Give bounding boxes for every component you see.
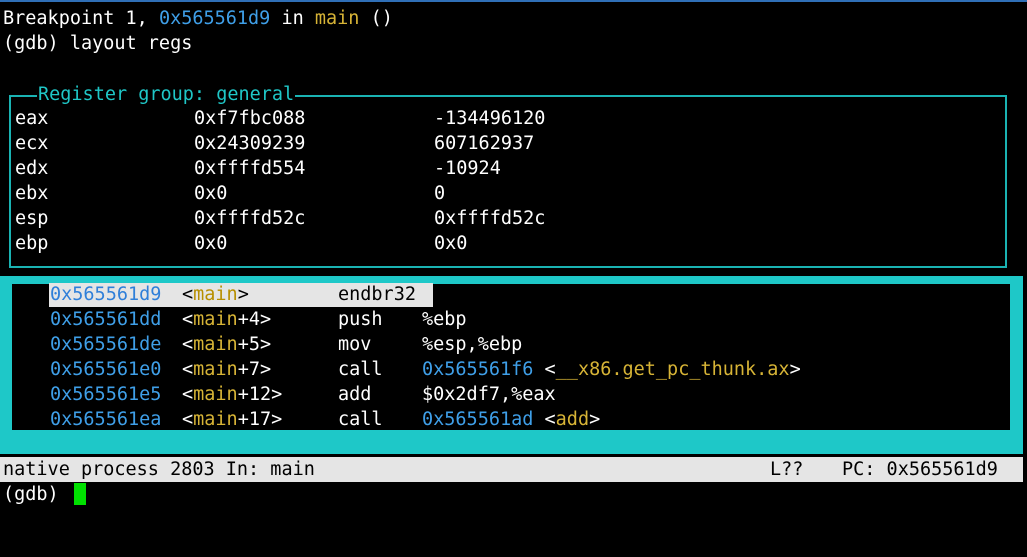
asm-function: main xyxy=(193,334,238,355)
register-name: eax xyxy=(15,108,49,129)
asm-offset: +5> xyxy=(237,334,272,355)
breakpoint-args: () xyxy=(359,8,393,29)
asm-offset: +12> xyxy=(237,384,283,405)
asm-opcode: mov xyxy=(338,334,372,355)
breakpoint-line: Breakpoint 1, 0x565561d9 in main () xyxy=(3,6,393,31)
register-value: 607162937 xyxy=(434,133,535,154)
asm-address: 0x565561de xyxy=(50,334,162,355)
asm-address: 0x565561e5 xyxy=(50,384,162,405)
asm-function: main xyxy=(193,284,238,305)
gdb-prompt[interactable]: (gdb) xyxy=(3,482,70,507)
register-value: -10924 xyxy=(434,158,501,179)
asm-location-lt: < xyxy=(182,359,194,380)
call-target-symbol: add xyxy=(555,409,590,430)
asm-row[interactable]: 0x565561ea <main+17> call 0x565561ad <ad… xyxy=(15,407,1005,432)
register-name: ecx xyxy=(15,133,49,154)
asm-operands: %ebp xyxy=(422,309,467,330)
call-target-gt: > xyxy=(589,409,601,430)
asm-address: 0x565561ea xyxy=(50,409,162,430)
register-value: 0x0 xyxy=(434,233,468,254)
asm-address: 0x565561dd xyxy=(50,309,162,330)
breakpoint-in: in xyxy=(270,8,315,29)
asm-location: <main+7> xyxy=(182,357,271,382)
asm-address: 0x565561e0 xyxy=(50,359,162,380)
asm-location-lt: < xyxy=(182,309,194,330)
asm-operands: %esp,%ebp xyxy=(422,334,523,355)
status-line-number: L?? xyxy=(770,459,804,480)
call-target-lt: < xyxy=(533,409,556,430)
asm-row[interactable]: 0x565561e0 <main+7> call 0x565561f6 <__x… xyxy=(15,357,1005,382)
asm-row[interactable]: 0x565561e5 <main+12> add $0x2df7,%eax xyxy=(15,382,1005,407)
breakpoint-marker: B+> xyxy=(15,284,49,305)
register-hex: 0xffffd554 xyxy=(194,158,306,179)
register-row: ebp 0x0 0x0 xyxy=(15,231,467,256)
asm-address: 0x565561d9 xyxy=(50,284,162,305)
register-hex: 0x0 xyxy=(194,183,228,204)
asm-row[interactable]: 0x565561de <main+5> mov %esp,%ebp xyxy=(15,332,1005,357)
status-bar: native process 2803 In: main L?? PC: 0x5… xyxy=(0,457,1023,482)
register-hex: 0xffffd52c xyxy=(194,208,306,229)
register-hex: 0x24309239 xyxy=(194,133,306,154)
register-name: ebx xyxy=(15,183,49,204)
asm-operands: 0x565561f6 <__x86.get_pc_thunk.ax> xyxy=(422,357,801,382)
breakpoint-function: main xyxy=(314,8,360,29)
asm-offset: +7> xyxy=(237,359,272,380)
asm-location: <main+4> xyxy=(182,307,271,332)
asm-offset: +4> xyxy=(237,309,272,330)
asm-location-lt: < xyxy=(182,409,194,430)
register-row: edx 0xffffd554 -10924 xyxy=(15,156,501,181)
asm-location: <main+12> xyxy=(182,382,282,407)
register-row: ebx 0x0 0 xyxy=(15,181,445,206)
asm-location: <main+5> xyxy=(182,332,271,357)
register-name: esp xyxy=(15,208,49,229)
call-target-symbol: __x86.get_pc_thunk.ax xyxy=(555,359,790,380)
asm-offset: > xyxy=(237,284,249,305)
asm-opcode: call xyxy=(338,409,383,430)
status-program-counter: PC: 0x565561d9 xyxy=(842,459,998,480)
register-row: ecx 0x24309239 607162937 xyxy=(15,131,534,156)
terminal-cursor[interactable] xyxy=(74,483,86,505)
asm-row[interactable]: 0x565561dd <main+4> push %ebp xyxy=(15,307,1005,332)
call-target-address: 0x565561ad xyxy=(422,409,534,430)
command-line: (gdb) layout regs xyxy=(3,33,193,54)
asm-offset: +17> xyxy=(237,409,283,430)
register-value: 0 xyxy=(434,183,446,204)
breakpoint-address: 0x565561d9 xyxy=(158,8,271,29)
status-process: native process 2803 In: main xyxy=(3,459,315,480)
register-window-title: Register group: general xyxy=(37,82,296,107)
register-name: edx xyxy=(15,158,49,179)
asm-location: <main+17> xyxy=(182,407,282,432)
call-target-address: 0x565561f6 xyxy=(422,359,534,380)
terminal-top-border xyxy=(0,0,1027,2)
call-target-lt: < xyxy=(533,359,556,380)
asm-opcode: add xyxy=(338,384,372,405)
call-target-gt: > xyxy=(789,359,801,380)
asm-function: main xyxy=(193,409,238,430)
asm-function: main xyxy=(193,359,238,380)
asm-operands: 0x565561ad <add> xyxy=(422,407,600,432)
register-hex: 0xf7fbc088 xyxy=(194,108,306,129)
register-value: -134496120 xyxy=(434,108,546,129)
breakpoint-prefix: Breakpoint 1, xyxy=(3,8,159,29)
asm-operands: $0x2df7,%eax xyxy=(422,384,556,405)
asm-opcode: push xyxy=(338,309,383,330)
asm-opcode: call xyxy=(338,359,383,380)
asm-row-current[interactable]: B+> 0x565561d9 <main> endbr32 xyxy=(15,282,1005,307)
asm-location: <main> xyxy=(182,282,249,307)
asm-location-lt: < xyxy=(182,284,194,305)
asm-location-lt: < xyxy=(182,334,194,355)
asm-function: main xyxy=(193,309,238,330)
register-row: eax 0xf7fbc088 -134496120 xyxy=(15,106,545,131)
asm-function: main xyxy=(193,384,238,405)
register-name: ebp xyxy=(15,233,49,254)
register-row: esp 0xffffd52c 0xffffd52c xyxy=(15,206,545,231)
asm-opcode: endbr32 xyxy=(338,284,416,305)
asm-location-lt: < xyxy=(182,384,194,405)
register-hex: 0x0 xyxy=(194,233,228,254)
register-value: 0xffffd52c xyxy=(434,208,546,229)
